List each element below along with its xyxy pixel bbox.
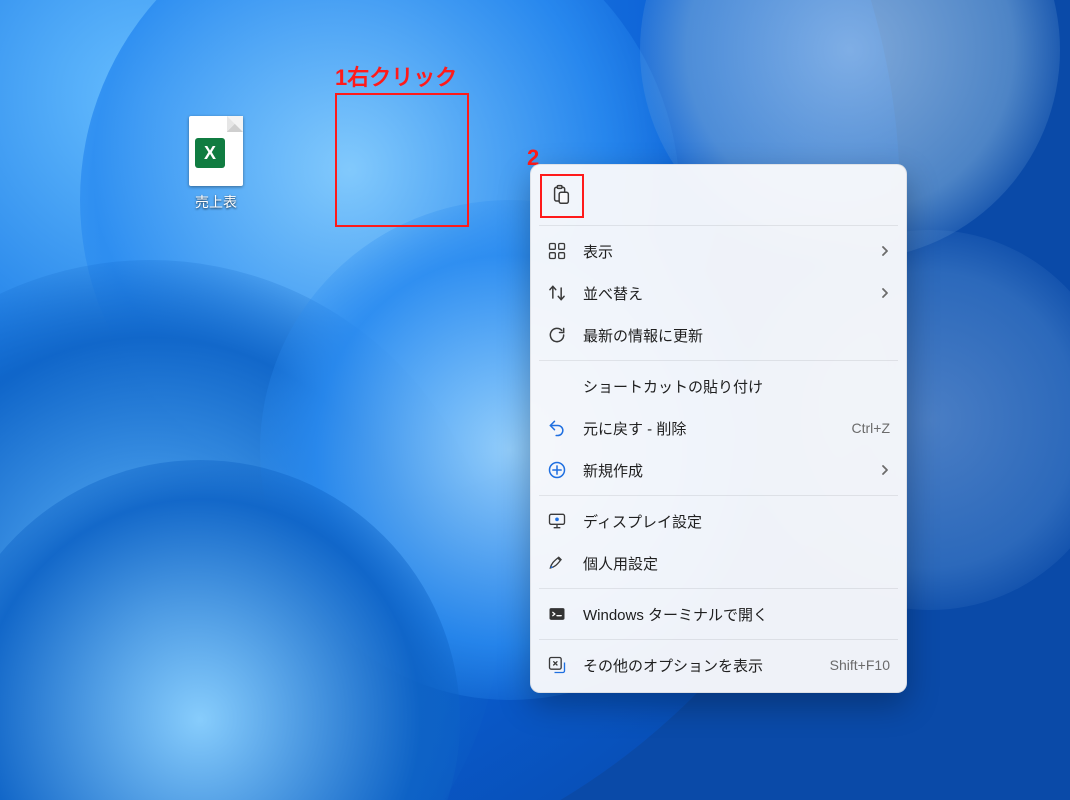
annotation-1-label: 1右クリック	[335, 60, 457, 92]
desktop-context-menu: 表示並べ替え最新の情報に更新ショートカットの貼り付け元に戻す - 削除 Ctrl+…	[530, 164, 907, 693]
chevron-right-icon	[880, 287, 890, 299]
menu-separator	[539, 639, 898, 640]
menu-item-label: その他のオプションを表示	[583, 655, 822, 676]
menu-item-label: 並べ替え	[583, 283, 872, 304]
menu-item-shortcut: Ctrl+Z	[852, 420, 891, 436]
display-icon	[545, 509, 569, 533]
new-icon	[545, 458, 569, 482]
menu-item-shortcut: Shift+F10	[830, 657, 890, 673]
chevron-right-icon	[880, 464, 890, 476]
desktop[interactable]: X 売上表 1右クリック 2 表示並べ替え最新の情報に更新ショートカットの貼り付…	[0, 0, 1070, 800]
menu-item-paste-shortcut[interactable]: ショートカットの貼り付け	[537, 365, 900, 407]
menu-item-label: 表示	[583, 241, 872, 262]
menu-item-undo[interactable]: 元に戻す - 削除 Ctrl+Z	[537, 407, 900, 449]
menu-item-view[interactable]: 表示	[537, 230, 900, 272]
file-label: 売上表	[172, 192, 260, 212]
menu-separator	[539, 360, 898, 361]
more-icon	[545, 653, 569, 677]
file-thumbnail: X	[189, 116, 243, 186]
menu-item-display[interactable]: ディスプレイ設定	[537, 500, 900, 542]
menu-item-label: 新規作成	[583, 460, 872, 481]
menu-item-refresh[interactable]: 最新の情報に更新	[537, 314, 900, 356]
menu-item-label: ディスプレイ設定	[583, 511, 890, 532]
refresh-icon	[545, 323, 569, 347]
menu-item-label: 元に戻す - 削除	[583, 418, 844, 439]
paste-button[interactable]	[541, 175, 581, 215]
sort-icon	[545, 281, 569, 305]
menu-item-personalize[interactable]: 個人用設定	[537, 542, 900, 584]
menu-item-new[interactable]: 新規作成	[537, 449, 900, 491]
context-menu-toolbar	[537, 171, 900, 221]
menu-item-terminal[interactable]: Windows ターミナルで開く	[537, 593, 900, 635]
menu-item-label: 個人用設定	[583, 553, 890, 574]
menu-item-label: Windows ターミナルで開く	[583, 604, 890, 625]
personalize-icon	[545, 551, 569, 575]
menu-item-label: 最新の情報に更新	[583, 325, 890, 346]
menu-item-sort[interactable]: 並べ替え	[537, 272, 900, 314]
chevron-right-icon	[880, 245, 890, 257]
undo-icon	[545, 416, 569, 440]
paste-icon	[550, 184, 572, 206]
menu-item-more[interactable]: その他のオプションを表示 Shift+F10	[537, 644, 900, 686]
excel-badge-icon: X	[195, 138, 225, 168]
menu-separator	[539, 225, 898, 226]
menu-separator	[539, 495, 898, 496]
menu-separator	[539, 588, 898, 589]
annotation-1-box	[335, 93, 469, 227]
view-icon	[545, 239, 569, 263]
menu-item-label: ショートカットの貼り付け	[583, 376, 890, 397]
desktop-file-excel[interactable]: X 売上表	[172, 116, 260, 212]
terminal-icon	[545, 602, 569, 626]
